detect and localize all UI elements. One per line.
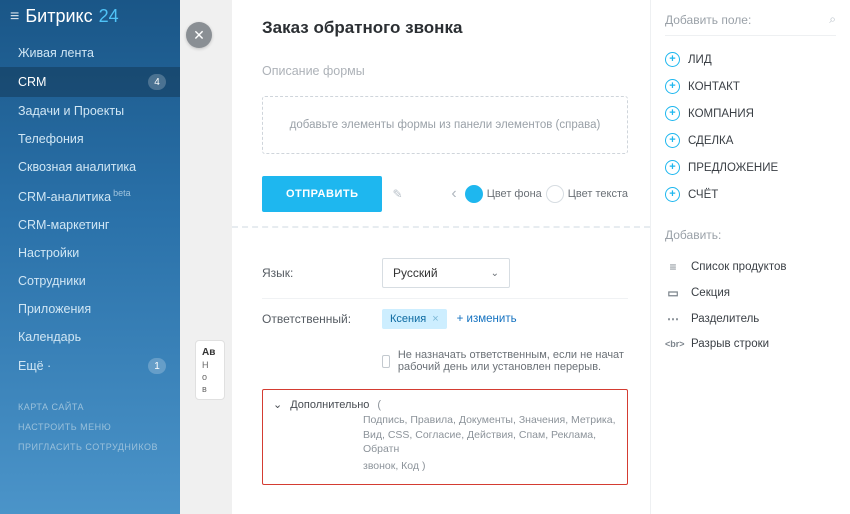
field-offer[interactable]: +ПРЕДЛОЖЕНИЕ [665,154,836,181]
field-deal[interactable]: +СДЕЛКА [665,127,836,154]
nav-item-crm[interactable]: CRM 4 [0,67,180,97]
main-column: Заказ обратного звонка Описание формы до… [232,0,650,514]
nav-item-settings[interactable]: Настройки [0,239,180,267]
nav-item-analytics[interactable]: Сквозная аналитика [0,153,180,181]
plus-icon: + [665,106,680,121]
badge: 1 [148,358,166,374]
add-section[interactable]: ▭Секция [665,280,836,306]
field-contact[interactable]: +КОНТАКТ [665,73,836,100]
additional-sub2: звонок, Код ) [273,459,617,474]
field-company[interactable]: +КОМПАНИЯ [665,100,836,127]
bg-color-label: Цвет фона [487,188,542,200]
side-column: Добавить поле: ⌕ +ЛИД +КОНТАКТ +КОМПАНИЯ… [650,0,850,514]
form-title[interactable]: Заказ обратного звонка [262,18,628,38]
brand-name: Битрикс [25,6,92,27]
field-lead[interactable]: +ЛИД [665,46,836,73]
form-description[interactable]: Описание формы [262,64,628,78]
checkbox-label: Не назначать ответственным, если не нача… [398,349,628,373]
hamburger-icon[interactable]: ≡ [10,8,19,26]
setting-language: Язык: Русский ⌄ [262,248,628,299]
plus-icon: + [665,52,680,67]
background-card: Ав Н о в [195,340,225,400]
text-color-swatch[interactable] [546,185,564,203]
color-picker-group: ‹ Цвет фона Цвет текста [451,185,628,203]
add-linebreak[interactable]: <br>Разрыв строки [665,332,836,356]
settings-block: Язык: Русский ⌄ Ответственный: Ксения × … [262,228,628,485]
search-icon: ⌕ [829,12,836,27]
add-divider[interactable]: ⋯Разделитель [665,306,836,332]
nav-item-tasks[interactable]: Задачи и Проекты [0,97,180,125]
add-field-label: Добавить поле: [665,13,751,27]
nav-item-telephony[interactable]: Телефония [0,125,180,153]
actions-row: ОТПРАВИТЬ ✎ ‹ Цвет фона Цвет текста [262,176,628,212]
checkbox-row: Не назначать ответственным, если не нача… [262,339,628,389]
language-value: Русский [393,266,438,280]
additional-title: Дополнительно [290,399,369,411]
checkbox-no-assign[interactable] [382,355,390,368]
secondary-links: КАРТА САЙТА НАСТРОИТЬ МЕНЮ ПРИГЛАСИТЬ СО… [0,387,180,457]
nav-item-employees[interactable]: Сотрудники [0,267,180,295]
brand-suffix: 24 [99,6,119,27]
plus-icon: + [665,187,680,202]
language-select[interactable]: Русский ⌄ [382,258,510,288]
add-element-label: Добавить: [665,222,836,248]
chip-remove-icon[interactable]: × [432,313,438,325]
form-editor-panel: Заказ обратного звонка Описание формы до… [232,0,850,514]
close-icon: ✕ [193,27,205,44]
plus-icon: + [665,79,680,94]
text-color-label: Цвет текста [568,188,628,200]
plus-icon: + [665,160,680,175]
nav-item-more[interactable]: Ещё · 1 [0,351,180,381]
additional-block[interactable]: ⌄ Дополнительно ( Подпись, Правила, Доку… [262,389,628,485]
link-configure-menu[interactable]: НАСТРОИТЬ МЕНЮ [18,417,180,437]
nav-item-crm-analytics[interactable]: CRM-аналитикаbeta [0,181,180,211]
list-icon: ≡ [665,260,681,274]
br-icon: <br> [665,339,681,349]
nav-item-calendar[interactable]: Календарь [0,323,180,351]
responsible-label: Ответственный: [262,312,382,326]
add-product-list[interactable]: ≡Список продуктов [665,254,836,280]
submit-button[interactable]: ОТПРАВИТЬ [262,176,382,212]
close-button[interactable]: ✕ [186,22,212,48]
section-icon: ▭ [665,286,681,300]
field-type-list: +ЛИД +КОНТАКТ +КОМПАНИЯ +СДЕЛКА +ПРЕДЛОЖ… [665,36,836,222]
nav-item-feed[interactable]: Живая лента [0,39,180,67]
plus-icon: + [665,133,680,148]
setting-responsible: Ответственный: Ксения × + изменить [262,299,628,339]
add-field-search[interactable]: Добавить поле: ⌕ [665,12,836,36]
divider-icon: ⋯ [665,312,681,326]
change-responsible-link[interactable]: + изменить [457,313,517,325]
badge: 4 [148,74,166,90]
link-invite[interactable]: ПРИГЛАСИТЬ СОТРУДНИКОВ [18,437,180,457]
overlay-dim [180,0,240,514]
bg-color-swatch[interactable] [465,185,483,203]
additional-sub: Подпись, Правила, Документы, Значения, М… [273,413,617,457]
element-list: ≡Список продуктов ▭Секция ⋯Разделитель <… [665,248,836,356]
field-invoice[interactable]: +СЧЁТ [665,181,836,208]
nav-item-apps[interactable]: Приложения [0,295,180,323]
nav-list: Живая лента CRM 4 Задачи и Проекты Телеф… [0,33,180,387]
sidebar: ≡ Битрикс 24 Живая лента CRM 4 Задачи и … [0,0,180,514]
nav-item-crm-marketing[interactable]: CRM-маркетинг [0,211,180,239]
responsible-chip[interactable]: Ксения × [382,309,447,329]
brand[interactable]: ≡ Битрикс 24 [0,0,180,33]
chevron-down-icon: ⌄ [273,398,282,411]
form-dropzone[interactable]: добавьте элементы формы из панели элемен… [262,96,628,154]
caret-left-icon: ‹ [451,185,456,203]
pencil-icon[interactable]: ✎ [392,187,402,201]
link-sitemap[interactable]: КАРТА САЙТА [18,397,180,417]
chevron-down-icon: ⌄ [491,268,499,279]
paren: ( [377,399,381,411]
language-label: Язык: [262,266,382,280]
